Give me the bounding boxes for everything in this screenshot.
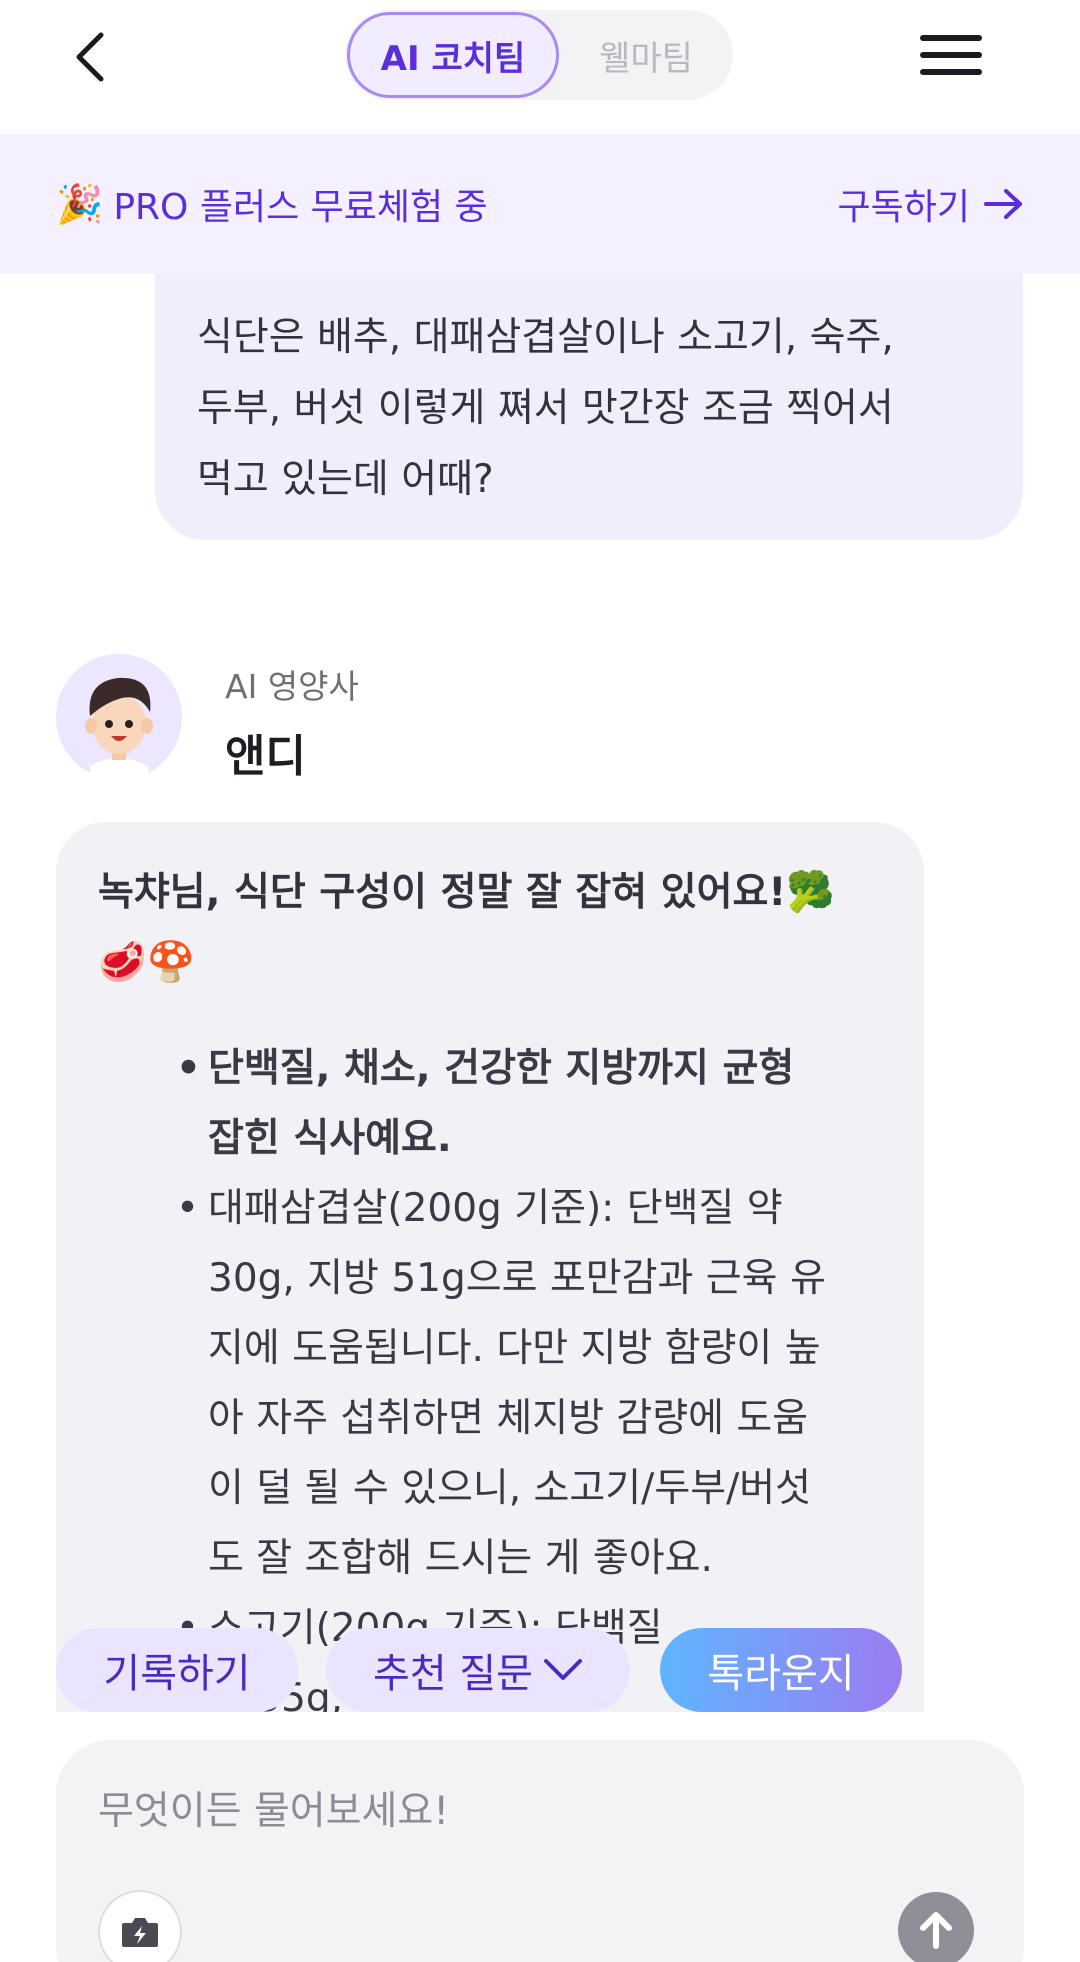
chat-input-area: 무엇이든 물어보세요! (56, 1740, 1024, 1962)
suggested-questions-button[interactable]: 추천 질문 (326, 1628, 630, 1712)
top-bar: AI 코치팀 웰마팀 (0, 0, 1080, 134)
assistant-name: 앤디 (225, 731, 306, 782)
assistant-message-bubble: 녹챠님, 식단 구성이 정말 잘 잡혀 있어요!🥦 🥩🍄 단백질, 채소, 건강… (56, 822, 924, 1712)
pro-trial-banner: 🎉 PRO 플러스 무료체험 중 구독하기 (0, 134, 1080, 274)
bullet-item: 단백질, 채소, 건강한 지방까지 균형 잡힌 식사예요. (176, 1034, 882, 1174)
bullet-item: 대패삼겹살(200g 기준): 단백질 약 30g, 지방 51g으로 포만감과… (176, 1174, 882, 1594)
team-segmented-control: AI 코치팀 웰마팀 (345, 10, 733, 100)
tab-ai-coach-team[interactable]: AI 코치팀 (347, 12, 559, 98)
hamburger-menu-icon (920, 35, 982, 41)
banner-text: PRO 플러스 무료체험 중 (113, 187, 488, 228)
tab-wellma-team[interactable]: 웰마팀 (559, 10, 733, 100)
arrow-right-icon (984, 189, 1022, 219)
user-message-line: 먹고 있는데 어때? (197, 457, 494, 502)
assistant-message-title: 녹챠님, 식단 구성이 정말 잘 잡혀 있어요!🥦 (98, 870, 835, 915)
back-chevron-icon (76, 32, 104, 82)
camera-button[interactable] (98, 1890, 182, 1962)
party-popper-icon: 🎉 (56, 181, 104, 226)
chevron-down-icon (543, 1659, 582, 1680)
suggested-questions-label: 추천 질문 (373, 1651, 533, 1697)
user-message-bubble: 식단은 배추, 대패삼겹살이나 소고기, 숙주, 두부, 버섯 이렇게 쪄서 맛… (155, 274, 1023, 540)
assistant-avatar (56, 654, 182, 780)
send-button[interactable] (898, 1892, 974, 1962)
assistant-role: AI 영양사 (225, 667, 359, 706)
subscribe-label: 구독하기 (837, 187, 970, 228)
record-button[interactable]: 기록하기 (56, 1628, 298, 1712)
arrow-up-icon (920, 1912, 952, 1949)
user-message-line: 식단은 배추, 대패삼겹살이나 소고기, 숙주, (197, 315, 894, 360)
assistant-message-emojis: 🥩🍄 (98, 940, 196, 985)
camera-icon (122, 1918, 158, 1947)
assistant-bullet-list: 단백질, 채소, 건강한 지방까지 균형 잡힌 식사예요. 대패삼겹살(200g… (98, 1034, 882, 1712)
user-message-line: 두부, 버섯 이렇게 쪄서 맛간장 조금 찍어서 (197, 386, 894, 431)
message-input[interactable]: 무엇이든 물어보세요! (98, 1780, 449, 1836)
back-button[interactable] (56, 22, 126, 92)
menu-button[interactable] (920, 25, 990, 85)
talk-lounge-button[interactable]: 톡라운지 (660, 1628, 902, 1712)
subscribe-link[interactable]: 구독하기 (838, 178, 1024, 230)
